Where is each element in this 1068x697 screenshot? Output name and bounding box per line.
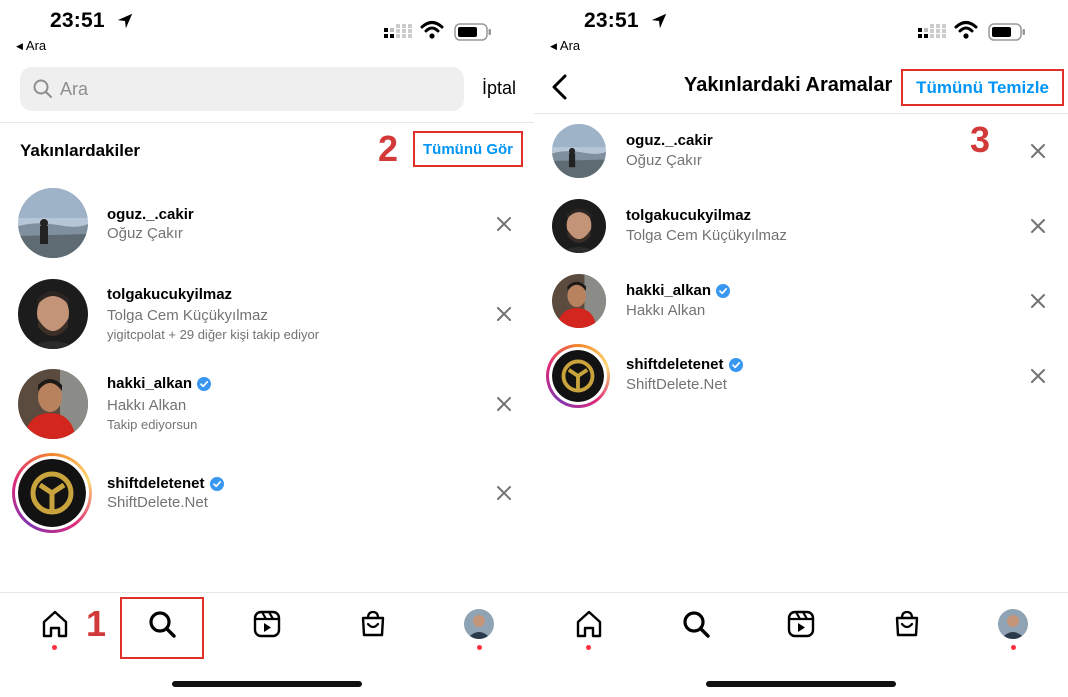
full-name: Tolga Cem Küçükyılmaz (626, 227, 787, 244)
full-name: Hakkı Alkan (626, 302, 706, 319)
tab-profile[interactable] (462, 607, 496, 641)
search-input[interactable] (60, 67, 450, 111)
annotation-number-2: 2 (378, 128, 399, 169)
home-icon (576, 610, 602, 638)
remove-icon[interactable] (496, 216, 512, 232)
avatar (552, 124, 606, 178)
username: shiftdeletenet (107, 475, 224, 492)
reels-icon (787, 610, 815, 638)
divider (534, 113, 1068, 114)
remove-icon[interactable] (1030, 293, 1046, 309)
see-all-button[interactable]: Tümünü Gör (413, 131, 523, 167)
avatar (18, 188, 88, 258)
shop-icon (895, 610, 919, 637)
full-name: Tolga Cem Küçükyılmaz (107, 307, 268, 324)
home-indicator (172, 681, 362, 687)
shiftdelete-logo (18, 459, 86, 527)
notification-dot (586, 645, 591, 650)
full-name: Hakkı Alkan (107, 397, 187, 414)
search-screen-left: 23:51 ◀Ara İptal Yakınlardakiler 2 Tümün… (0, 0, 534, 697)
annotation-number-1: 1 (86, 603, 107, 644)
story-ring-avatar (546, 344, 610, 408)
status-time: 23:51 (50, 9, 105, 32)
section-title: Yakınlardakiler (20, 141, 141, 160)
remove-icon[interactable] (496, 396, 512, 412)
tab-profile[interactable] (996, 607, 1030, 641)
username: hakki_alkan (626, 282, 731, 299)
back-chevron-icon[interactable] (550, 74, 570, 100)
tab-search[interactable] (145, 607, 179, 641)
avatar (18, 369, 88, 439)
follow-info: yigitcpolat + 29 diğer kişi takip ediyor (107, 327, 320, 342)
verified-badge-icon (197, 376, 212, 391)
bottom-tab-bar: 1 (0, 592, 534, 697)
notification-dot (1011, 645, 1016, 650)
recent-searches-screen: 23:51 ◀ Ara Yakınlardaki Aramalar Tümünü … (534, 0, 1068, 697)
avatar (18, 279, 88, 349)
tab-reels[interactable] (784, 607, 818, 641)
notification-dot (52, 645, 57, 650)
profile-avatar (998, 609, 1028, 639)
signal-icon (384, 24, 412, 38)
battery-icon (454, 23, 491, 41)
status-back-link[interactable]: ◀ Ara (16, 38, 46, 53)
tab-home[interactable] (572, 607, 606, 641)
remove-icon[interactable] (1030, 218, 1046, 234)
home-indicator (706, 681, 896, 687)
profile-avatar (464, 609, 494, 639)
location-arrow-icon (651, 13, 667, 29)
reels-icon (253, 610, 281, 638)
verified-badge-icon (209, 476, 224, 491)
search-bar[interactable] (20, 67, 464, 111)
verified-badge-icon (728, 357, 743, 372)
back-triangle-icon: ◀ (550, 41, 557, 51)
divider (0, 122, 534, 123)
full-name: ShiftDelete.Net (626, 376, 727, 393)
location-arrow-icon (117, 13, 133, 29)
username: tolgakucukyilmaz (626, 207, 752, 224)
username: oguz._.cakir (626, 132, 713, 149)
status-time: 23:51 (584, 9, 639, 32)
search-icon (33, 79, 52, 98)
tab-home[interactable] (38, 607, 72, 641)
remove-icon[interactable] (1030, 143, 1046, 159)
shop-icon (361, 610, 385, 637)
battery-icon (988, 23, 1025, 41)
avatar (552, 199, 606, 253)
wifi-icon (954, 21, 978, 39)
username: oguz._.cakir (107, 206, 194, 223)
follow-info: Takip ediyorsun (107, 417, 198, 432)
annotation-number-3: 3 (970, 119, 991, 160)
tab-shop[interactable] (356, 607, 390, 641)
username: hakki_alkan (107, 375, 212, 392)
search-icon (149, 611, 176, 638)
page-title: Yakınlardaki Aramalar (684, 74, 893, 96)
remove-icon[interactable] (496, 485, 512, 501)
signal-icon (918, 24, 946, 38)
status-back-link[interactable]: ◀ Ara (550, 38, 580, 53)
tab-search[interactable] (679, 607, 713, 641)
full-name: Oğuz Çakır (107, 225, 183, 242)
home-icon (42, 610, 68, 638)
username: tolgakucukyilmaz (107, 286, 233, 303)
avatar (552, 274, 606, 328)
cancel-button[interactable]: İptal (482, 78, 516, 99)
full-name: Oğuz Çakır (626, 152, 702, 169)
tab-reels[interactable] (250, 607, 284, 641)
verified-badge-icon (716, 283, 731, 298)
remove-icon[interactable] (496, 306, 512, 322)
notification-dot (477, 645, 482, 650)
clear-all-button[interactable]: Tümünü Temizle (901, 69, 1064, 106)
username: shiftdeletenet (626, 356, 743, 373)
search-icon (683, 611, 710, 638)
bottom-tab-bar (534, 592, 1068, 697)
back-triangle-icon: ◀ (16, 41, 23, 51)
remove-icon[interactable] (1030, 368, 1046, 384)
full-name: ShiftDelete.Net (107, 494, 208, 511)
tab-shop[interactable] (890, 607, 924, 641)
shiftdelete-logo (552, 350, 604, 402)
wifi-icon (420, 21, 444, 39)
story-ring-avatar (12, 453, 92, 533)
